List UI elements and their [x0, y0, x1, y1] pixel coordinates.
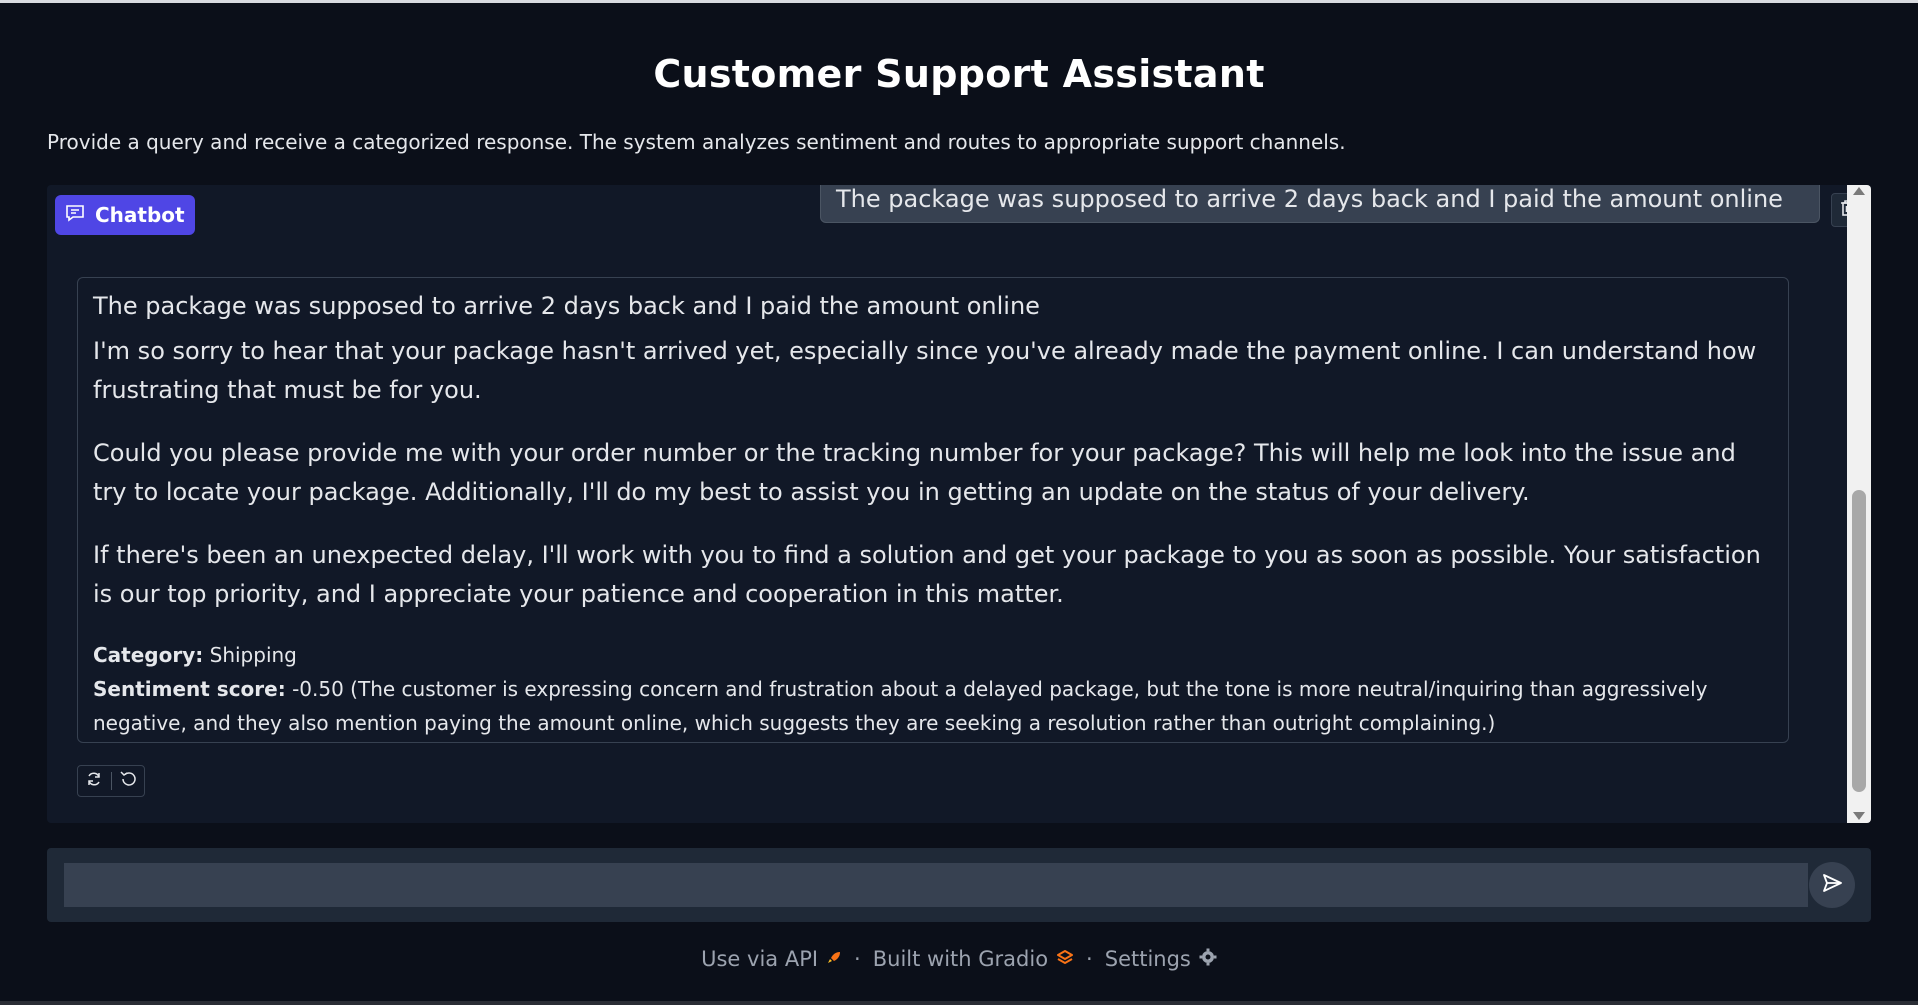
- sentiment-label: Sentiment score:: [93, 677, 286, 701]
- user-message: The package was supposed to arrive 2 day…: [820, 185, 1820, 223]
- footer: Use via API · Built with Gradio · Settin…: [0, 947, 1918, 971]
- gradio-logo-icon: [1056, 947, 1074, 971]
- category-value: Shipping: [209, 643, 297, 667]
- window-top-border: [0, 0, 1918, 3]
- message-input-panel: [47, 848, 1871, 922]
- chat-icon: [65, 203, 85, 227]
- rocket-icon: [826, 947, 842, 971]
- page-description: Provide a query and receive a categorize…: [47, 130, 1346, 154]
- gear-icon: [1199, 947, 1217, 971]
- footer-separator: ·: [1086, 947, 1093, 971]
- chatbot-label-text: Chatbot: [95, 203, 185, 227]
- chatbot-label: Chatbot: [55, 195, 195, 235]
- page-title: Customer Support Assistant: [653, 52, 1265, 96]
- category-label: Category:: [93, 643, 204, 667]
- chat-scrollbar[interactable]: [1847, 185, 1871, 823]
- window-bottom-border: [0, 1001, 1918, 1005]
- message-input[interactable]: [64, 863, 1808, 907]
- scroll-down-arrow-icon[interactable]: [1853, 812, 1865, 820]
- bot-paragraph-2: Could you please provide me with your or…: [93, 439, 1736, 506]
- scroll-thumb[interactable]: [1852, 490, 1866, 792]
- built-with-gradio-link[interactable]: Built with Gradio: [873, 947, 1074, 971]
- chatbot-panel: Chatbot The package was supposed to arri…: [47, 185, 1871, 823]
- sentiment-value: -0.50 (The customer is expressing concer…: [93, 677, 1708, 735]
- message-actions: [77, 765, 145, 797]
- retry-icon: [86, 771, 102, 791]
- bot-paragraph-1: I'm so sorry to hear that your package h…: [93, 337, 1757, 404]
- category-line: Category: Shipping: [93, 638, 1773, 672]
- settings-label: Settings: [1104, 947, 1191, 971]
- settings-link[interactable]: Settings: [1105, 947, 1217, 971]
- bot-paragraph-3: If there's been an unexpected delay, I'l…: [93, 541, 1761, 608]
- undo-button[interactable]: [111, 766, 144, 796]
- use-via-api-link[interactable]: Use via API: [701, 947, 842, 971]
- scroll-up-arrow-icon[interactable]: [1853, 187, 1865, 195]
- bot-message: The package was supposed to arrive 2 day…: [77, 277, 1789, 743]
- built-with-gradio-label: Built with Gradio: [872, 947, 1049, 971]
- send-icon: [1821, 872, 1843, 898]
- use-via-api-label: Use via API: [701, 947, 819, 971]
- bot-message-echo: The package was supposed to arrive 2 day…: [93, 292, 1040, 320]
- retry-button[interactable]: [78, 766, 111, 796]
- send-button[interactable]: [1809, 862, 1855, 908]
- undo-icon: [119, 770, 137, 792]
- footer-separator: ·: [854, 947, 861, 971]
- sentiment-line: Sentiment score: -0.50 (The customer is …: [93, 672, 1773, 740]
